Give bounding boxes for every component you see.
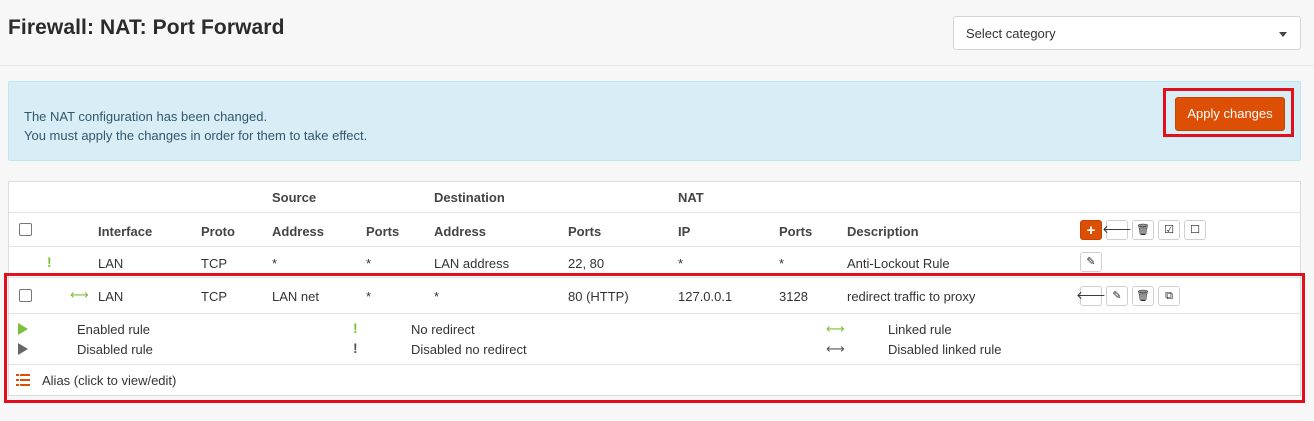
disable-selected-button[interactable]: ☐	[1184, 220, 1206, 240]
alert-message-line1: The NAT configuration has been changed.	[24, 109, 268, 124]
select-all-checkbox[interactable]	[19, 223, 32, 236]
row1-proto: TCP	[201, 256, 227, 271]
square-icon: ☐	[1190, 223, 1200, 236]
check-square-icon: ☑	[1164, 223, 1174, 236]
col-header-interface: Interface	[98, 224, 153, 239]
no-redirect-icon: !	[47, 254, 52, 270]
row1-description: Anti-Lockout Rule	[847, 256, 950, 271]
plus-icon: +	[1086, 221, 1096, 239]
category-select-value: Select category	[966, 26, 1056, 41]
row1-nat-ports: *	[779, 256, 785, 271]
enable-selected-button[interactable]: ☑	[1158, 220, 1180, 240]
config-changed-alert: The NAT configuration has been changed. …	[8, 81, 1301, 161]
category-select[interactable]: Select category	[953, 16, 1301, 50]
row1-dst-ports: 22, 80	[568, 256, 605, 271]
arrow-left-icon: 🡐	[1102, 223, 1132, 236]
delete-selected-button[interactable]: 🗑	[1132, 220, 1154, 240]
divider	[9, 246, 1300, 247]
alert-message-line2: You must apply the changes in order for …	[24, 128, 368, 143]
row1-src-ports: *	[366, 256, 372, 271]
add-rule-button[interactable]: +	[1080, 220, 1102, 240]
row1-edit-button[interactable]: ✎	[1080, 252, 1102, 272]
col-header-dst-address: Address	[434, 224, 487, 239]
group-header-destination: Destination	[434, 190, 505, 205]
row1-interface: LAN	[98, 256, 124, 271]
chevron-down-icon	[1279, 32, 1287, 37]
row1-src-address: *	[272, 256, 278, 271]
apply-changes-button[interactable]: Apply changes	[1175, 97, 1285, 131]
divider	[9, 212, 1300, 213]
page-header: Firewall: NAT: Port Forward Select categ…	[0, 0, 1314, 66]
move-selected-button[interactable]: 🡐	[1102, 220, 1132, 240]
col-header-src-address: Address	[272, 224, 325, 239]
col-header-nat-ports: Ports	[779, 224, 813, 239]
col-header-proto: Proto	[201, 224, 235, 239]
col-header-nat-ip: IP	[678, 224, 691, 239]
trash-icon: 🗑	[1136, 223, 1150, 236]
row1-dst-address: LAN address	[434, 256, 510, 271]
group-header-nat: NAT	[678, 190, 704, 205]
rule-highlight-box	[4, 273, 1305, 403]
page-title: Firewall: NAT: Port Forward	[8, 16, 285, 39]
col-header-src-ports: Ports	[366, 224, 400, 239]
row1-nat-ip: *	[678, 256, 684, 271]
pencil-icon: ✎	[1086, 255, 1096, 268]
col-header-dst-ports: Ports	[568, 224, 602, 239]
col-header-description: Description	[847, 224, 919, 239]
group-header-source: Source	[272, 190, 317, 205]
